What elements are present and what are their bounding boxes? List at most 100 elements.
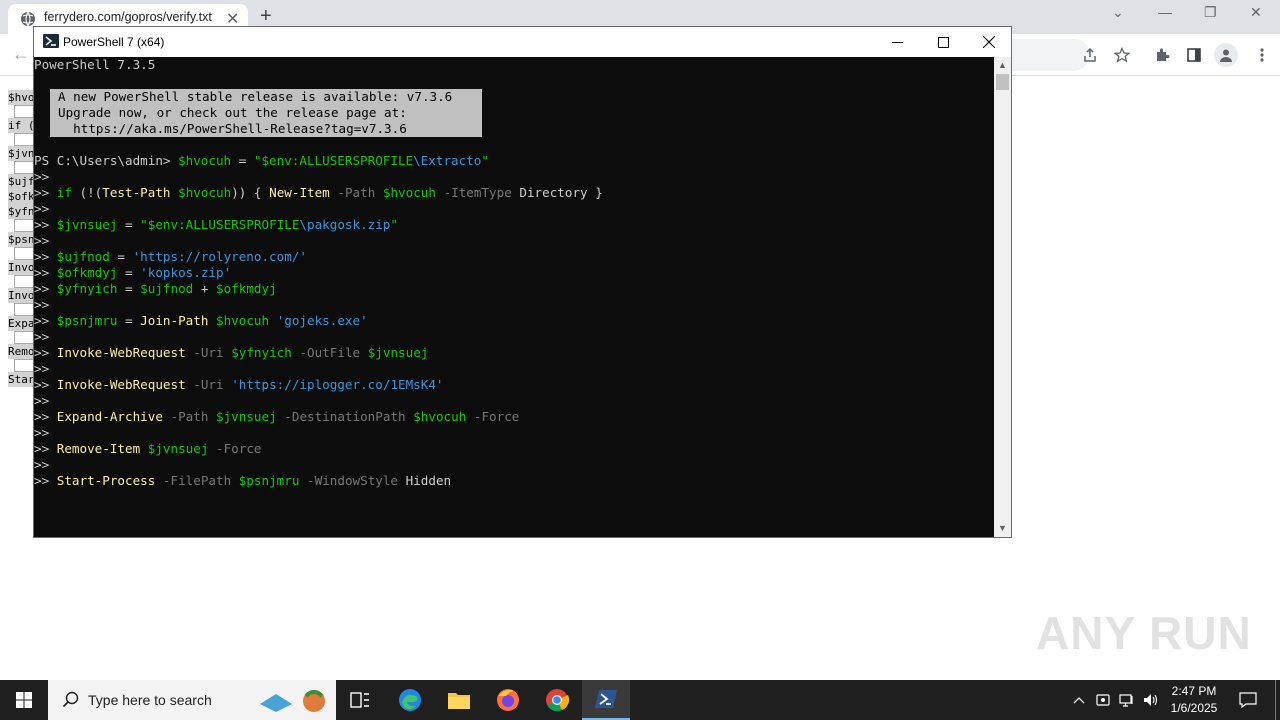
snippet-line: $ofk — [8, 189, 34, 204]
continuation-prefix: >> — [34, 281, 57, 296]
continuation-prefix: >> — [34, 169, 57, 184]
tab-search-icon[interactable]: ⌄ — [1112, 4, 1124, 21]
browser-restore-button[interactable]: ❐ — [1204, 4, 1217, 21]
taskbar-firefox-button[interactable] — [484, 680, 532, 720]
vertical-scrollbar[interactable]: ▲ ▼ — [994, 57, 1011, 537]
code-token: = — [231, 153, 254, 168]
code-token: \pakgosk.zip — [299, 217, 391, 232]
share-icon[interactable] — [1080, 45, 1100, 65]
browser-close-button[interactable]: ✕ — [1250, 4, 1262, 21]
code-token: $ujfnod — [56, 249, 110, 264]
continuation-prefix: >> — [34, 361, 57, 376]
code-token: " — [481, 153, 489, 168]
code-token: $hvocuh — [413, 409, 467, 424]
scroll-down-arrow-icon[interactable]: ▼ — [998, 523, 1007, 533]
code-token: " — [390, 217, 398, 232]
snippet-gap — [14, 219, 34, 232]
continuation-prefix: >> — [34, 297, 57, 312]
snippet-gap — [14, 161, 34, 174]
close-button[interactable] — [966, 27, 1012, 57]
notifications-icon[interactable] — [1234, 680, 1262, 720]
extensions-puzzle-icon[interactable] — [1152, 45, 1172, 65]
search-icon — [62, 691, 79, 708]
snippet-gap — [14, 359, 34, 372]
continuation-prefix: >> — [34, 409, 57, 424]
powershell-icon — [595, 690, 617, 708]
taskbar-chrome-button[interactable] — [533, 680, 581, 720]
taskbar-edge-button[interactable] — [386, 680, 434, 720]
continuation-prefix: >> — [34, 249, 57, 264]
minimize-button[interactable] — [874, 27, 920, 57]
notice-line: Upgrade now, or check out the release pa… — [58, 105, 407, 120]
bookmark-star-icon[interactable] — [1112, 45, 1132, 65]
code-token: $ofkmdyj — [216, 281, 277, 296]
code-token: -Uri — [193, 345, 224, 360]
continuation-prefix: >> — [34, 201, 57, 216]
prompt-prefix: PS C:\Users\admin> — [34, 153, 179, 168]
start-button[interactable] — [0, 680, 48, 720]
chrome-icon — [546, 689, 569, 712]
profile-avatar-icon[interactable] — [1214, 43, 1238, 67]
continuation-line: >> — [34, 201, 57, 217]
code-token: = — [117, 281, 141, 296]
continuation-line: >> — [34, 457, 57, 473]
volume-icon[interactable] — [1140, 680, 1162, 720]
taskbar-explorer-button[interactable] — [435, 680, 483, 720]
code-token: Hidden — [398, 473, 452, 488]
continuation-line: >> — [34, 233, 57, 249]
powershell-window[interactable]: PowerShell 7 (x64) PowerShell 7.3.5 A ne… — [33, 26, 1012, 538]
taskbar-powershell-button[interactable] — [582, 680, 630, 720]
continuation-prefix: >> — [34, 265, 57, 280]
code-token: \Extracto — [413, 153, 482, 168]
code-token: New-Item — [269, 185, 330, 200]
snippet-gap — [14, 331, 34, 344]
browser-menu-icon[interactable] — [1252, 45, 1272, 65]
taskbar-clock[interactable]: 2:47 PM 1/6/2025 — [1162, 683, 1226, 717]
network-icon[interactable] — [1116, 680, 1138, 720]
continuation-prefix: >> — [34, 313, 57, 328]
code-token: $jvnsuej — [367, 345, 429, 360]
search-highlight-icon — [260, 690, 325, 712]
code-token: 'https://rolyreno.com/' — [132, 249, 307, 264]
new-tab-button[interactable]: + — [260, 5, 272, 28]
back-arrow-icon[interactable]: ← — [12, 44, 30, 65]
tray-overflow-chevron-icon[interactable] — [1068, 680, 1090, 720]
continuation-prefix: >> — [34, 441, 57, 456]
code-token: $hvocuh — [382, 185, 436, 200]
code-token: Test-Path — [102, 185, 171, 200]
code-token: -Force — [473, 409, 520, 424]
maximize-button[interactable] — [920, 27, 966, 57]
code-token: 'gojeks.exe' — [276, 313, 368, 328]
continuation-prefix: >> — [34, 393, 57, 408]
code-token: -Path — [170, 409, 209, 424]
task-view-button[interactable] — [336, 680, 384, 720]
code-token: = — [109, 249, 133, 264]
code-token: Join-Path — [140, 313, 209, 328]
scroll-up-arrow-icon[interactable]: ▲ — [998, 60, 1007, 70]
continuation-line: >> — [34, 393, 57, 409]
code-token: 'kopkos.zip' — [140, 265, 232, 280]
notice-line: https://aka.ms/PowerShell-Release?tag=v7… — [58, 121, 407, 136]
meet-now-icon[interactable] — [1092, 680, 1114, 720]
side-panel-icon[interactable] — [1184, 45, 1204, 65]
continuation-prefix: >> — [34, 233, 57, 248]
browser-minimize-button[interactable]: — — [1158, 4, 1172, 20]
code-token: $yfnyich — [231, 345, 292, 360]
code-token: Invoke-WebRequest — [56, 345, 186, 360]
scroll-thumb[interactable] — [996, 74, 1009, 90]
powershell-titlebar[interactable]: PowerShell 7 (x64) — [34, 27, 1011, 57]
address-bar-tail[interactable] — [1010, 39, 1096, 71]
code-token: Expand-Archive — [56, 409, 163, 424]
snippet-line: Star — [8, 372, 34, 387]
show-desktop-divider[interactable] — [1275, 680, 1276, 720]
continuation-line: >> — [34, 297, 57, 313]
code-token: $jvnsuej — [147, 441, 209, 456]
terminal-output[interactable]: PowerShell 7.3.5 A new PowerShell stable… — [34, 57, 994, 537]
taskbar-search-box[interactable]: Type here to search — [48, 680, 336, 720]
